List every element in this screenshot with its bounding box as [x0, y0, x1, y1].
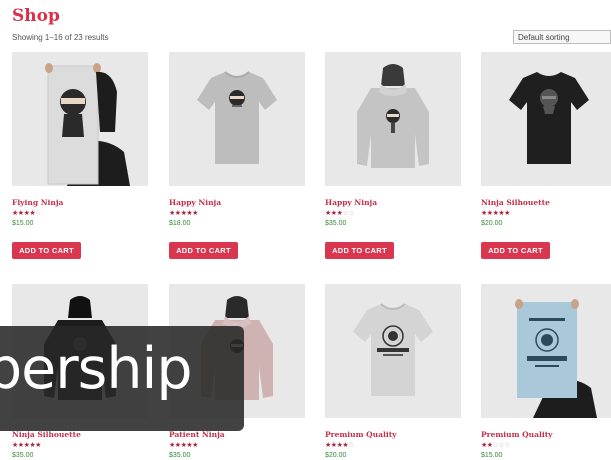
add-to-cart-button[interactable]: ADD TO CART — [325, 242, 394, 259]
product-image[interactable] — [12, 52, 148, 186]
add-to-cart-button[interactable]: ADD TO CART — [481, 242, 550, 259]
product-image[interactable] — [325, 52, 461, 186]
product-price: $15.00 — [12, 220, 34, 227]
product-card[interactable]: Premium Quality ★★★★☆ $20.00 — [325, 284, 461, 459]
product-name[interactable]: Ninja Silhouette — [481, 198, 550, 207]
star-filled-icon: ★ — [192, 442, 198, 449]
product-name[interactable]: Happy Ninja — [169, 198, 221, 207]
product-image[interactable] — [481, 284, 611, 418]
product-card[interactable]: Happy Ninja ★★★★★ $18.00 ADD TO CART — [169, 52, 305, 259]
overlay-text: bership — [0, 336, 193, 402]
star-filled-icon: ★ — [192, 210, 198, 217]
star-empty-icon: ☆ — [348, 442, 354, 449]
product-price: $18.00 — [169, 220, 191, 227]
star-empty-icon: ☆ — [348, 210, 354, 217]
product-name[interactable]: Premium Quality — [481, 430, 553, 439]
star-rating: ★★★★★ — [169, 209, 198, 217]
product-price: $35.00 — [12, 452, 34, 459]
star-rating: ★★★★☆ — [12, 209, 41, 217]
product-price: $35.00 — [169, 452, 191, 459]
product-price: $20.00 — [325, 452, 347, 459]
star-filled-icon: ★ — [35, 442, 41, 449]
product-card[interactable]: Happy Ninja ★★★☆☆ $35.00 ADD TO CART — [325, 52, 461, 259]
star-rating: ★★★★★ — [481, 209, 510, 217]
add-to-cart-button[interactable]: ADD TO CART — [12, 242, 81, 259]
star-empty-icon: ☆ — [35, 210, 41, 217]
product-price: $35.00 — [325, 220, 347, 227]
product-name[interactable]: Flying Ninja — [12, 198, 63, 207]
product-name[interactable]: Patient Ninja — [169, 430, 225, 439]
product-image[interactable] — [325, 284, 461, 418]
overlay-banner: bership — [0, 326, 244, 431]
product-image[interactable] — [481, 52, 611, 186]
product-card[interactable]: Ninja Silhouette ★★★★★ $20.00 ADD TO CAR… — [481, 52, 611, 259]
product-card[interactable]: Premium Quality ★★☆☆☆ $15.00 — [481, 284, 611, 459]
product-name[interactable]: Ninja Silhouette — [12, 430, 81, 439]
star-rating: ★★☆☆☆ — [481, 441, 510, 449]
star-rating: ★★★★★ — [169, 441, 198, 449]
star-rating: ★★★★★ — [12, 441, 41, 449]
product-price: $15.00 — [481, 452, 503, 459]
product-card[interactable]: Flying Ninja ★★★★☆ $15.00 ADD TO CART — [12, 52, 148, 259]
star-rating: ★★★☆☆ — [325, 209, 354, 217]
star-rating: ★★★★☆ — [325, 441, 354, 449]
product-image[interactable] — [169, 52, 305, 186]
product-name[interactable]: Happy Ninja — [325, 198, 377, 207]
product-name[interactable]: Premium Quality — [325, 430, 397, 439]
star-empty-icon: ☆ — [504, 442, 510, 449]
add-to-cart-button[interactable]: ADD TO CART — [169, 242, 238, 259]
star-filled-icon: ★ — [504, 210, 510, 217]
product-price: $20.00 — [481, 220, 503, 227]
